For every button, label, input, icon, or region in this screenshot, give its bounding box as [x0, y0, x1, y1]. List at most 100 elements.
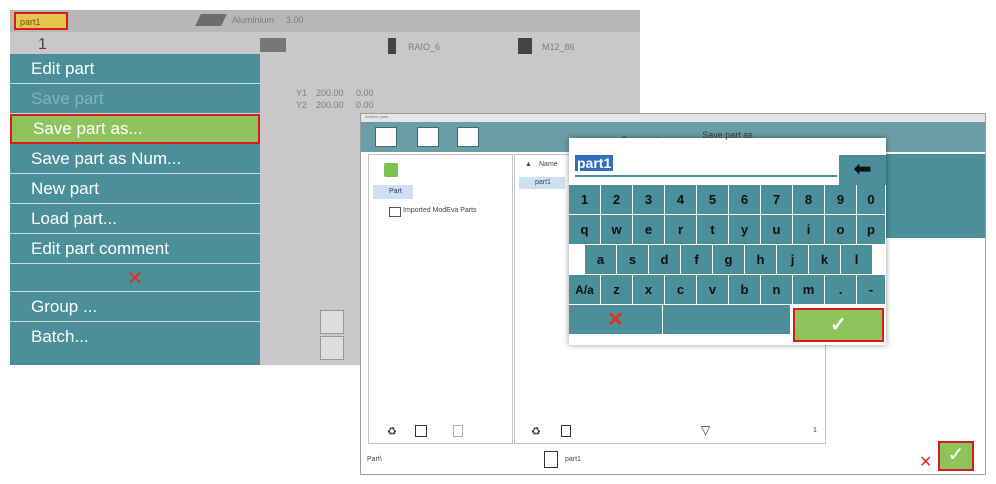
key-6[interactable]: 6 [729, 185, 761, 215]
key-4[interactable]: 4 [665, 185, 697, 215]
import-icon[interactable] [375, 127, 397, 147]
part-root-icon [384, 163, 398, 177]
key-a[interactable]: a [585, 245, 617, 275]
material-name: Aluminium [232, 15, 275, 25]
key-dot[interactable]: . [825, 275, 857, 305]
menu-item-edit-part[interactable]: Edit part [10, 54, 260, 84]
menu-item-batch[interactable]: Batch... [10, 322, 260, 352]
bulb-icon[interactable] [320, 310, 344, 334]
menu-item-save-part-as[interactable]: Save part as... [10, 114, 260, 144]
step-number: 1 [38, 36, 47, 53]
key-5[interactable]: 5 [697, 185, 729, 215]
key-y[interactable]: y [729, 215, 761, 245]
trash-icon [453, 425, 463, 437]
key-n[interactable]: n [761, 275, 793, 305]
folder-icon [389, 207, 401, 217]
part-name-tag[interactable]: part1 [14, 12, 68, 30]
y1-label: Y1 [296, 88, 308, 98]
key-1[interactable]: 1 [569, 185, 601, 215]
key-9[interactable]: 9 [825, 185, 857, 215]
recycle-icon[interactable]: ♻ [531, 425, 541, 438]
arrow-left-icon: ⬅ [853, 156, 872, 181]
folder-tree: Part Imported ModEva Parts ♻ [368, 154, 513, 444]
list-header-name[interactable]: Name [539, 161, 558, 168]
y1-extra: 0.00 [356, 88, 374, 98]
sort-arrow-icon[interactable]: ▲ [525, 161, 532, 168]
part-menu: Edit part Save part Save part as... Save… [10, 54, 260, 365]
confirm-button[interactable]: ✓ [938, 441, 974, 471]
key-i[interactable]: i [793, 215, 825, 245]
backspace-key[interactable]: ⬅ [839, 155, 886, 185]
key-7[interactable]: 7 [761, 185, 793, 215]
recycle-icon[interactable]: ♻ [387, 425, 397, 438]
material-icon [195, 14, 227, 26]
page-count: 1 [813, 427, 817, 434]
key-q[interactable]: q [569, 215, 601, 245]
material-thickness: 3.00 [286, 15, 304, 25]
keyboard-title: Save part as [702, 130, 753, 140]
menu-item-edit-part-comment[interactable]: Edit part comment [10, 234, 260, 264]
check-icon: ✓ [947, 444, 965, 466]
keyboard-ok-button[interactable]: ✓ [793, 308, 884, 342]
key-shift[interactable]: A/a [569, 275, 601, 305]
key-u[interactable]: u [761, 215, 793, 245]
menu-close-button[interactable]: ✕ [10, 264, 260, 292]
on-screen-keyboard: Save part as part1 ⬅ 1 2 3 4 5 6 7 8 9 0… [569, 130, 886, 345]
key-c[interactable]: c [665, 275, 697, 305]
filename-input[interactable]: part1 [575, 155, 837, 177]
bulb-icon[interactable] [320, 336, 344, 360]
tool-name: M12_86 [542, 42, 575, 52]
key-l[interactable]: l [841, 245, 873, 275]
top-bar: part1 Aluminium 3.00 [10, 10, 640, 32]
key-v[interactable]: v [697, 275, 729, 305]
key-d[interactable]: d [649, 245, 681, 275]
window-title: Archive parts [361, 114, 985, 122]
filter-icon[interactable]: ▽ [701, 423, 710, 437]
keyboard-cancel-button[interactable]: ✕ [569, 305, 663, 335]
key-t[interactable]: t [697, 215, 729, 245]
key-f[interactable]: f [681, 245, 713, 275]
y2-extra: 0.00 [356, 100, 374, 110]
y1-value: 200.00 [316, 88, 344, 98]
cancel-button[interactable]: ✕ [919, 452, 932, 472]
key-p[interactable]: p [857, 215, 886, 245]
menu-item-new-part[interactable]: New part [10, 174, 260, 204]
key-j[interactable]: j [777, 245, 809, 275]
key-e[interactable]: e [633, 215, 665, 245]
tree-item-part[interactable]: Part [373, 185, 413, 199]
export-icon[interactable] [417, 127, 439, 147]
key-m[interactable]: m [793, 275, 825, 305]
menu-item-group[interactable]: Group ... [10, 292, 260, 322]
space-key[interactable] [663, 305, 791, 335]
key-r[interactable]: r [665, 215, 697, 245]
menu-item-save-part-as-num[interactable]: Save part as Num... [10, 144, 260, 174]
trash-icon[interactable] [561, 425, 571, 437]
key-g[interactable]: g [713, 245, 745, 275]
key-8[interactable]: 8 [793, 185, 825, 215]
tree-item-imported[interactable]: Imported ModEva Parts [403, 207, 477, 214]
key-h[interactable]: h [745, 245, 777, 275]
key-2[interactable]: 2 [601, 185, 633, 215]
key-k[interactable]: k [809, 245, 841, 275]
key-o[interactable]: o [825, 215, 857, 245]
footer-file: part1 [565, 456, 581, 463]
new-folder-icon[interactable] [415, 425, 427, 437]
key-b[interactable]: b [729, 275, 761, 305]
die-tool-icon [518, 38, 532, 54]
key-x[interactable]: x [633, 275, 665, 305]
file-icon [544, 451, 558, 468]
key-0[interactable]: 0 [857, 185, 886, 215]
key-dash[interactable]: - [857, 275, 886, 305]
menu-item-load-part[interactable]: Load part... [10, 204, 260, 234]
key-3[interactable]: 3 [633, 185, 665, 215]
key-s[interactable]: s [617, 245, 649, 275]
tool-radius: RAIO_6 [408, 42, 441, 52]
list-item[interactable]: part1 [519, 177, 565, 189]
key-w[interactable]: w [601, 215, 633, 245]
footer-path: Part\ [367, 456, 382, 463]
transfer-icon[interactable] [457, 127, 479, 147]
y2-value: 200.00 [316, 100, 344, 110]
key-z[interactable]: z [601, 275, 633, 305]
status-bar: Part\ part1 ✕ [361, 444, 985, 474]
punch-icon [388, 38, 396, 54]
